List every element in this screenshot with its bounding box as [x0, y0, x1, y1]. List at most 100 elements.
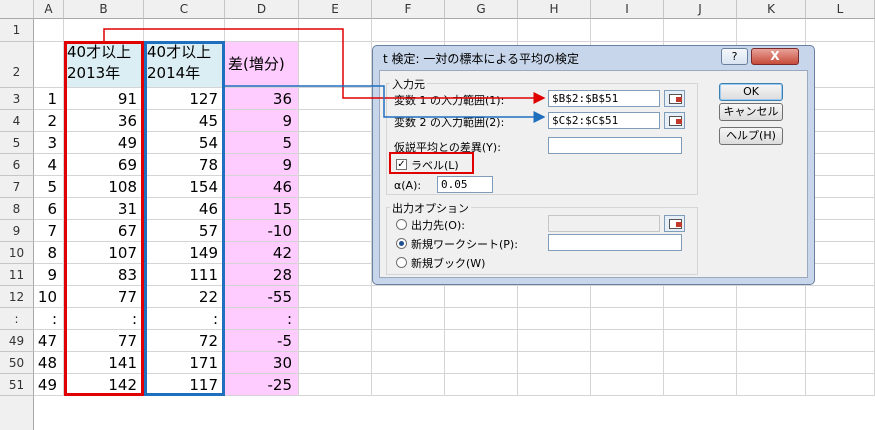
empty-cell[interactable]: [372, 374, 445, 396]
empty-cell[interactable]: [518, 352, 591, 374]
new-workbook-radio[interactable]: [396, 257, 407, 268]
empty-cell[interactable]: [518, 286, 591, 308]
cell-index[interactable]: 3: [34, 132, 64, 154]
variable1-collapse-icon[interactable]: [664, 90, 685, 107]
empty-cell[interactable]: [518, 19, 591, 42]
empty-cell[interactable]: [299, 374, 372, 396]
row-header[interactable]: 51: [0, 374, 34, 396]
cell-index[interactable]: 10: [34, 286, 64, 308]
row-header[interactable]: 12: [0, 286, 34, 308]
cell-diff[interactable]: 46: [225, 176, 299, 198]
empty-cell[interactable]: [372, 308, 445, 330]
empty-cell[interactable]: [299, 198, 372, 220]
cell-index[interactable]: :: [34, 308, 64, 330]
empty-cell[interactable]: [34, 19, 64, 42]
cell-diff[interactable]: 9: [225, 154, 299, 176]
close-button[interactable]: X: [751, 48, 799, 65]
help-icon[interactable]: ?: [721, 48, 748, 65]
empty-cell[interactable]: [299, 42, 372, 88]
alpha-input[interactable]: 0.05: [437, 176, 493, 193]
empty-cell[interactable]: [664, 308, 737, 330]
cell-diff[interactable]: 15: [225, 198, 299, 220]
col-header-d[interactable]: D: [225, 0, 299, 19]
empty-cell[interactable]: [806, 286, 875, 308]
cell-diff[interactable]: :: [225, 308, 299, 330]
empty-cell[interactable]: [664, 352, 737, 374]
row-header[interactable]: 10: [0, 242, 34, 264]
empty-cell[interactable]: [737, 19, 806, 42]
empty-cell[interactable]: [591, 352, 664, 374]
col-header-f[interactable]: F: [372, 0, 445, 19]
empty-cell[interactable]: [299, 110, 372, 132]
empty-cell[interactable]: [806, 374, 875, 396]
empty-cell[interactable]: [299, 308, 372, 330]
empty-cell[interactable]: [737, 330, 806, 352]
empty-cell[interactable]: [806, 308, 875, 330]
variable1-range-input[interactable]: $B$2:$B$51: [548, 90, 660, 107]
col-header-c[interactable]: C: [144, 0, 225, 19]
empty-cell[interactable]: [518, 374, 591, 396]
row-header[interactable]: 3: [0, 88, 34, 110]
empty-cell[interactable]: [591, 286, 664, 308]
empty-cell[interactable]: [372, 352, 445, 374]
hypothesized-diff-input[interactable]: [548, 137, 682, 154]
cancel-button[interactable]: キャンセル: [719, 103, 783, 121]
new-worksheet-input[interactable]: [548, 234, 682, 251]
empty-cell[interactable]: [299, 176, 372, 198]
row-header[interactable]: 6: [0, 154, 34, 176]
col-header-a[interactable]: A: [34, 0, 64, 19]
empty-cell[interactable]: [299, 286, 372, 308]
output-range-collapse-icon[interactable]: [664, 215, 685, 232]
empty-cell[interactable]: [806, 19, 875, 42]
empty-cell[interactable]: [591, 330, 664, 352]
empty-cell[interactable]: [299, 330, 372, 352]
col-header-e[interactable]: E: [299, 0, 372, 19]
cell-index[interactable]: 48: [34, 352, 64, 374]
cell-diff[interactable]: 36: [225, 88, 299, 110]
empty-cell[interactable]: [299, 242, 372, 264]
col-header-b[interactable]: B: [64, 0, 144, 19]
empty-cell[interactable]: [806, 352, 875, 374]
empty-cell[interactable]: [664, 374, 737, 396]
cell-index[interactable]: 4: [34, 154, 64, 176]
cell-index[interactable]: 6: [34, 198, 64, 220]
empty-cell[interactable]: [64, 19, 144, 42]
empty-cell[interactable]: [144, 19, 225, 42]
empty-cell[interactable]: [806, 154, 875, 176]
empty-cell[interactable]: [806, 132, 875, 154]
variable2-collapse-icon[interactable]: [664, 112, 685, 129]
help-button[interactable]: ヘルプ(H): [719, 127, 783, 145]
empty-cell[interactable]: [664, 330, 737, 352]
cell-diff[interactable]: -25: [225, 374, 299, 396]
cell-index[interactable]: 2: [34, 110, 64, 132]
empty-cell[interactable]: [737, 308, 806, 330]
empty-cell[interactable]: [372, 19, 445, 42]
row-header[interactable]: 1: [0, 19, 34, 42]
cell-diff[interactable]: -10: [225, 220, 299, 242]
output-range-label[interactable]: 出力先(O):: [411, 217, 465, 233]
empty-cell[interactable]: [591, 308, 664, 330]
empty-cell[interactable]: [299, 154, 372, 176]
empty-cell[interactable]: [806, 264, 875, 286]
empty-cell[interactable]: [445, 19, 518, 42]
row-header[interactable]: 11: [0, 264, 34, 286]
cell-diff[interactable]: 42: [225, 242, 299, 264]
empty-cell[interactable]: [445, 374, 518, 396]
row-header[interactable]: 8: [0, 198, 34, 220]
row-header[interactable]: 7: [0, 176, 34, 198]
row-header[interactable]: 2: [0, 42, 34, 88]
cell-diff[interactable]: 5: [225, 132, 299, 154]
new-worksheet-label[interactable]: 新規ワークシート(P):: [411, 236, 518, 252]
cell-index[interactable]: 47: [34, 330, 64, 352]
col-header-l[interactable]: L: [806, 0, 875, 19]
empty-cell[interactable]: [299, 264, 372, 286]
empty-cell[interactable]: [806, 330, 875, 352]
empty-cell[interactable]: [299, 132, 372, 154]
col-header-h[interactable]: H: [518, 0, 591, 19]
ok-button[interactable]: OK: [719, 83, 783, 101]
empty-cell[interactable]: [737, 352, 806, 374]
empty-cell[interactable]: [299, 352, 372, 374]
row-header[interactable]: 49: [0, 330, 34, 352]
output-range-input[interactable]: [548, 215, 660, 232]
empty-cell[interactable]: [299, 88, 372, 110]
